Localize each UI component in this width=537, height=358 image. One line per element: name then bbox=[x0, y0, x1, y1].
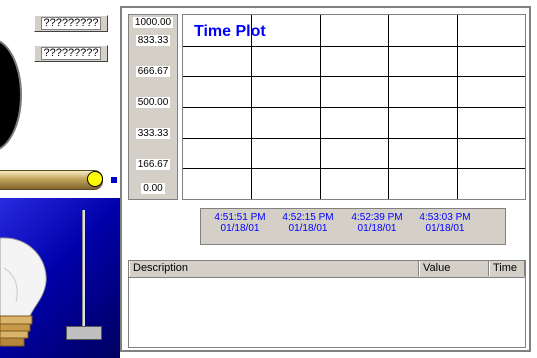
y-tick-label: 0.00 bbox=[141, 183, 165, 194]
y-tick-label: 166.67 bbox=[135, 159, 171, 170]
process-graphics-panel: ????????? ????????? bbox=[0, 0, 120, 358]
level-rod-base bbox=[66, 326, 102, 340]
trend-panel: 1000.00 833.33 666.67 500.00 333.33 166.… bbox=[120, 6, 531, 352]
y-tick-label: 666.67 bbox=[135, 66, 171, 77]
time-tick-label: 4:51:51 PM 01/18/01 bbox=[214, 212, 266, 234]
time-axis-labels: 4:51:51 PM 01/18/01 4:52:15 PM 01/18/01 4:… bbox=[200, 208, 506, 245]
tag-value-1: ????????? bbox=[41, 17, 101, 30]
y-tick-label: 500.00 bbox=[135, 97, 171, 108]
tag-value-2: ????????? bbox=[41, 47, 101, 60]
column-header-time[interactable]: Time bbox=[489, 261, 525, 276]
valve-icon[interactable] bbox=[87, 171, 103, 187]
trend-plot-area[interactable]: Time Plot bbox=[182, 14, 526, 200]
column-header-value[interactable]: Value bbox=[419, 261, 489, 276]
light-bulb-panel bbox=[0, 198, 120, 358]
tag-display-1[interactable]: ????????? bbox=[34, 15, 108, 32]
level-rod bbox=[82, 210, 85, 328]
connector-point bbox=[111, 177, 117, 183]
y-tick-label: 1000.00 bbox=[132, 17, 174, 28]
time-tick-label: 4:52:39 PM 01/18/01 bbox=[351, 212, 403, 234]
tag-display-2[interactable]: ????????? bbox=[34, 45, 108, 62]
gauge-icon bbox=[0, 38, 22, 152]
light-bulb-icon bbox=[0, 237, 47, 347]
y-tick-label: 833.33 bbox=[135, 35, 171, 46]
time-tick-label: 4:52:15 PM 01/18/01 bbox=[282, 212, 334, 234]
event-table-header: Description Value Time bbox=[129, 261, 525, 278]
trend-grid bbox=[183, 15, 525, 199]
plot-title: Time Plot bbox=[194, 23, 266, 40]
hmi-screen: ????????? ????????? 1000.00 833.33 666.6… bbox=[0, 0, 537, 358]
time-tick-label: 4:53:03 PM 01/18/01 bbox=[419, 212, 471, 234]
column-header-description[interactable]: Description bbox=[129, 261, 419, 276]
y-tick-label: 333.33 bbox=[135, 128, 171, 139]
y-axis-labels: 1000.00 833.33 666.67 500.00 333.33 166.… bbox=[128, 14, 178, 200]
event-table[interactable]: Description Value Time bbox=[128, 260, 526, 348]
